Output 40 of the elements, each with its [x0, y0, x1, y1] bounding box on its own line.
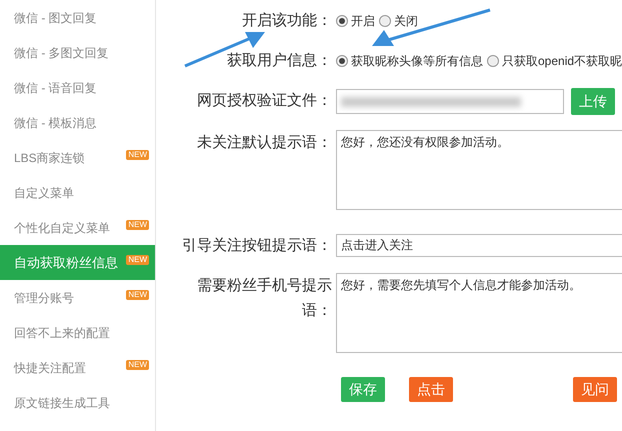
field-label: 获取用户信息：	[226, 51, 332, 71]
action-button[interactable]: 点击	[409, 377, 453, 402]
radio-button[interactable]	[379, 14, 391, 26]
new-badge: NEW	[126, 220, 149, 230]
sidebar-item[interactable]: 快捷关注配置 NEW	[0, 350, 155, 385]
sidebar-item[interactable]: 自动获取粉丝信息 NEW	[0, 245, 155, 280]
message-textarea[interactable]: 您好，需要您先填写个人信息才能参加活动。	[336, 273, 622, 353]
radio-option[interactable]: 关闭	[379, 12, 418, 30]
blurred-text-icon	[341, 96, 521, 106]
radio-option[interactable]: 开启	[336, 12, 375, 30]
sidebar-item[interactable]: LBS商家连锁 NEW	[0, 140, 155, 175]
field-label: 网页授权验证文件：	[196, 91, 332, 111]
message-textarea[interactable]: 您好，您还没有权限参加活动。	[336, 130, 622, 210]
sidebar-item[interactable]: 回答不上来的配置	[0, 315, 155, 350]
new-badge: NEW	[126, 360, 149, 370]
sidebar-item[interactable]: 管理分账号 NEW	[0, 280, 155, 315]
upload-button[interactable]: 上传	[571, 88, 615, 115]
field-label: 需要粉丝手机号提示语：	[196, 276, 332, 321]
sidebar-item[interactable]: 自定义菜单	[0, 175, 155, 210]
sidebar-item[interactable]: 微信 - 多图文回复	[0, 35, 155, 70]
action-button[interactable]: 保存	[341, 377, 385, 402]
sidebar-item[interactable]: 微信 - 模板消息	[0, 105, 155, 140]
text-input[interactable]: 点击进入关注	[336, 234, 622, 257]
radio-button[interactable]	[336, 54, 348, 66]
radio-option[interactable]: 只获取openid不获取昵	[487, 52, 622, 70]
sidebar-item[interactable]: 原文链接生成工具	[0, 385, 155, 420]
new-badge: NEW	[126, 254, 149, 264]
radio-button[interactable]	[487, 54, 499, 66]
radio-button[interactable]	[336, 14, 348, 26]
new-badge: NEW	[126, 150, 149, 160]
file-path-field[interactable]	[336, 89, 564, 114]
sidebar-item[interactable]: 个性化自定义菜单 NEW	[0, 210, 155, 245]
action-button[interactable]: 见问	[573, 377, 617, 402]
field-label: 引导关注按钮提示语：	[181, 236, 332, 256]
sidebar-item[interactable]: 微信 - 图文回复	[0, 0, 155, 35]
radio-option[interactable]: 获取昵称头像等所有信息	[336, 52, 483, 70]
field-label: 未关注默认提示语：	[196, 133, 332, 153]
new-badge: NEW	[126, 290, 149, 300]
sidebar-item[interactable]: 微信 - 语音回复	[0, 70, 155, 105]
field-label: 开启该功能：	[241, 11, 332, 31]
